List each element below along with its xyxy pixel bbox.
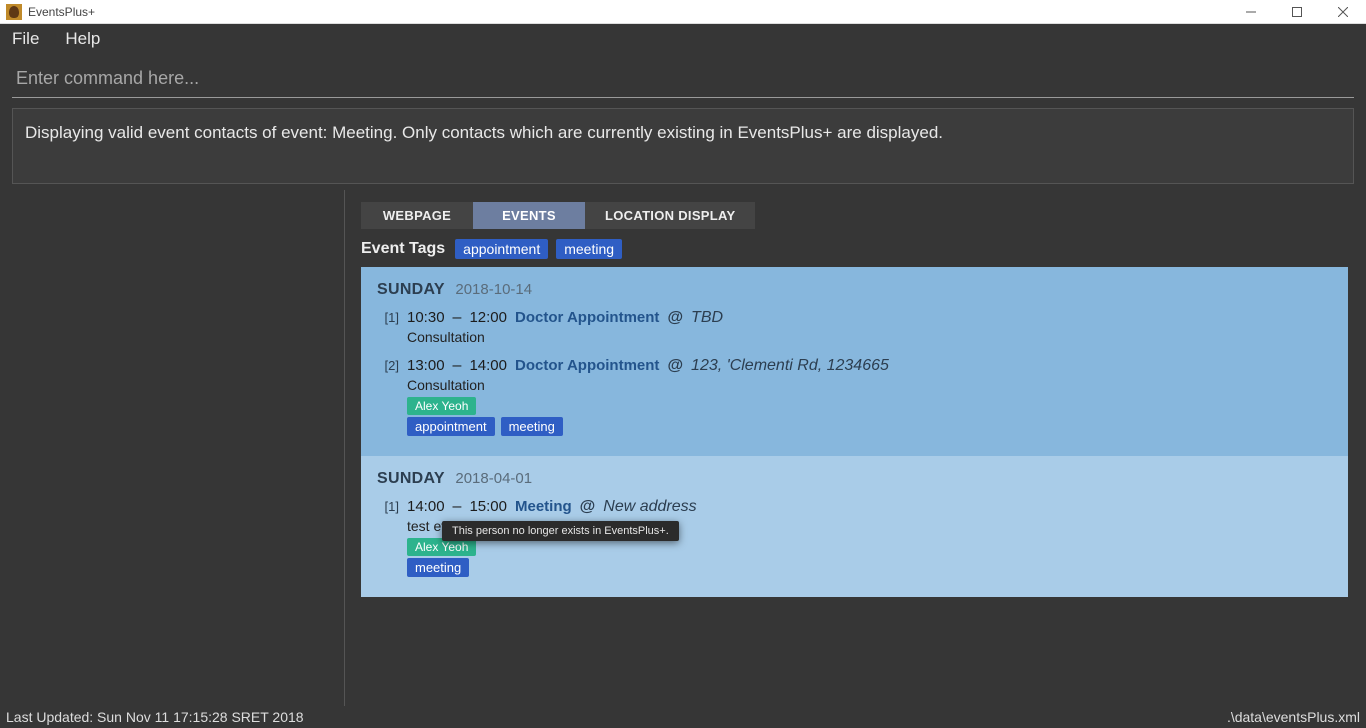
statusbar: Last Updated: Sun Nov 11 17:15:28 SRET 2… <box>0 706 1366 728</box>
event-description: Consultation <box>407 375 1332 395</box>
day-date: 2018-10-14 <box>455 281 532 298</box>
event-index: [1] <box>377 310 399 325</box>
status-message: Displaying valid event contacts of event… <box>12 108 1354 184</box>
command-input[interactable] <box>12 62 1354 98</box>
close-button[interactable] <box>1320 0 1366 24</box>
event-tags-label: Event Tags <box>361 240 445 258</box>
event-title: Doctor Appointment <box>515 357 659 374</box>
tab-events[interactable]: EVENTS <box>473 202 585 229</box>
day-name: SUNDAY <box>377 470 445 487</box>
event-end: 12:00 <box>469 309 507 326</box>
tooltip-invalid-person: This person no longer exists in EventsPl… <box>442 521 679 541</box>
day-header: SUNDAY 2018-04-01 <box>361 466 1348 496</box>
events-list: SUNDAY 2018-10-14[1]10:30–12:00Doctor Ap… <box>361 267 1348 597</box>
event-location: 123, 'Clementi Rd, 1234665 <box>691 357 889 375</box>
status-area: Displaying valid event contacts of event… <box>0 102 1366 190</box>
left-pane <box>0 190 345 706</box>
menubar: File Help <box>0 24 1366 54</box>
event-location: TBD <box>691 309 723 327</box>
event-start: 13:00 <box>407 357 445 374</box>
event-index: [2] <box>377 358 399 373</box>
window-titlebar: EventsPlus+ <box>0 0 1366 24</box>
day-section: SUNDAY 2018-10-14[1]10:30–12:00Doctor Ap… <box>361 267 1348 456</box>
right-pane: WEBPAGE EVENTS LOCATION DISPLAY Event Ta… <box>345 190 1366 706</box>
tab-location-display[interactable]: LOCATION DISPLAY <box>585 202 755 229</box>
command-area <box>0 54 1366 102</box>
event-index: [1] <box>377 499 399 514</box>
menu-help[interactable]: Help <box>59 27 106 51</box>
event-tags-row: Event Tags appointment meeting <box>361 239 1348 259</box>
tabs: WEBPAGE EVENTS LOCATION DISPLAY <box>361 202 1348 229</box>
event-tag[interactable]: appointment <box>455 239 548 259</box>
maximize-button[interactable] <box>1274 0 1320 24</box>
event-location: New address <box>603 498 696 516</box>
event-tag[interactable]: meeting <box>556 239 622 259</box>
event-tag-chip[interactable]: meeting <box>407 558 469 577</box>
minimize-button[interactable] <box>1228 0 1274 24</box>
event-end: 14:00 <box>469 357 507 374</box>
event-start: 10:30 <box>407 309 445 326</box>
main-split: WEBPAGE EVENTS LOCATION DISPLAY Event Ta… <box>0 190 1366 706</box>
menu-file[interactable]: File <box>6 27 45 51</box>
event-tag-chip[interactable]: appointment <box>407 417 495 436</box>
status-data-path: .\data\eventsPlus.xml <box>1227 709 1360 725</box>
status-last-updated: Last Updated: Sun Nov 11 17:15:28 SRET 2… <box>6 709 304 725</box>
day-header: SUNDAY 2018-10-14 <box>361 277 1348 307</box>
event-tag-chip[interactable]: meeting <box>501 417 563 436</box>
event-end: 15:00 <box>469 498 507 515</box>
event-person-chip[interactable]: Alex Yeoh <box>407 397 476 415</box>
maximize-icon <box>1292 7 1302 17</box>
event-start: 14:00 <box>407 498 445 515</box>
event-description: Consultation <box>407 327 1332 347</box>
window-title: EventsPlus+ <box>28 5 95 19</box>
close-icon <box>1338 7 1348 17</box>
day-date: 2018-04-01 <box>455 470 532 487</box>
minimize-icon <box>1246 7 1256 17</box>
event-item[interactable]: [1]10:30–12:00Doctor Appointment@TBDCons… <box>361 307 1348 355</box>
event-item[interactable]: [2]13:00–14:00Doctor Appointment@123, 'C… <box>361 355 1348 444</box>
app-icon <box>6 4 22 20</box>
event-title: Doctor Appointment <box>515 309 659 326</box>
day-name: SUNDAY <box>377 281 445 298</box>
tab-webpage[interactable]: WEBPAGE <box>361 202 473 229</box>
event-title: Meeting <box>515 498 572 515</box>
